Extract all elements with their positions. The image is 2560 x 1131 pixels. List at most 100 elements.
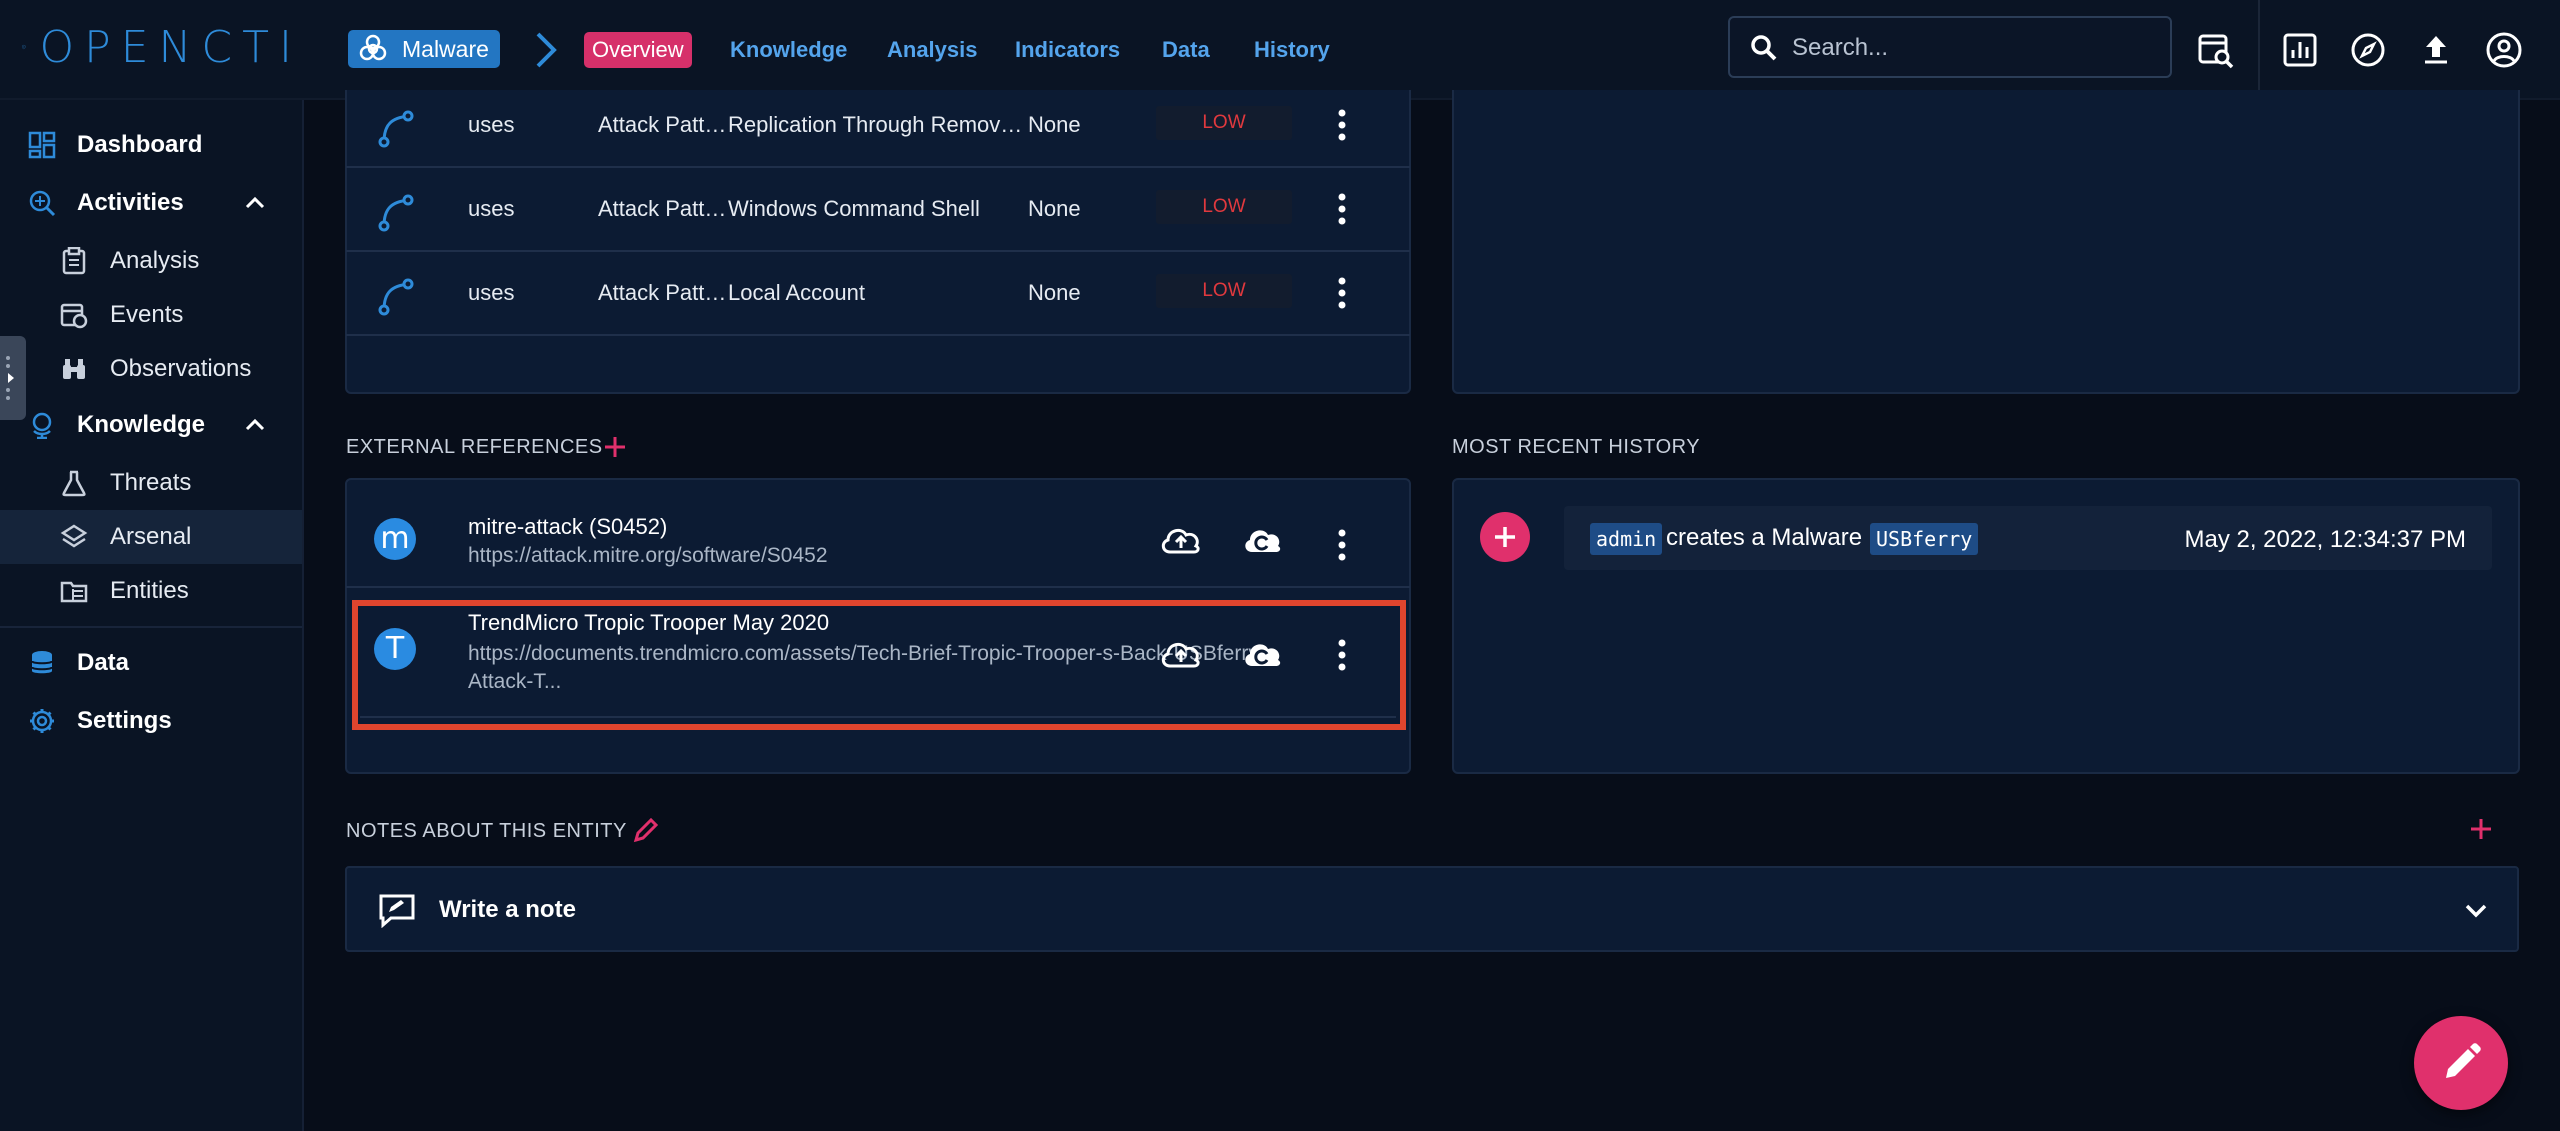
chevron-up-icon[interactable] — [242, 412, 268, 438]
globe-icon — [32, 412, 52, 439]
entity-name: Windows Command Shell — [728, 196, 980, 221]
history-entry: admin creates a Malware USBferry May 2, … — [1564, 506, 2492, 570]
tab-indicators[interactable]: Indicators — [1015, 32, 1120, 68]
confidence-badge: LOW — [1156, 106, 1292, 140]
relation-row[interactable]: uses Attack Pattern Local Account None L… — [346, 252, 1410, 336]
highlight-box — [352, 600, 1406, 730]
more-vert-icon[interactable] — [1332, 108, 1352, 142]
sidebar-item-label: Settings — [77, 707, 172, 734]
chevron-up-icon[interactable] — [242, 190, 268, 216]
dashboard-icon — [28, 131, 56, 159]
reference-title: mitre-attack (S0452) — [468, 514, 668, 539]
sidebar: Dashboard Activities Analysis Events Obs… — [0, 100, 304, 1131]
sidebar-item-label: Knowledge — [77, 411, 206, 438]
external-references-title: EXTERNAL REFERENCES — [346, 436, 603, 458]
sidebar-item-label: Data — [77, 649, 130, 676]
cloud-sync-icon[interactable] — [1240, 522, 1286, 558]
attack-pattern-icon — [378, 110, 414, 148]
sidebar-item-dashboard[interactable]: Dashboard — [0, 118, 302, 172]
folder-table-icon — [60, 581, 88, 603]
more-vert-icon[interactable] — [1332, 528, 1352, 562]
activities-icon — [29, 190, 56, 217]
sidebar-divider — [0, 626, 302, 628]
sidebar-item-label: Observations — [110, 355, 252, 382]
drawer-toggle-handle[interactable] — [0, 336, 26, 420]
note-edit-icon — [379, 894, 415, 928]
entity-type: Attack Pattern — [598, 112, 728, 137]
relation-type: uses — [468, 112, 515, 137]
more-vert-icon[interactable] — [1332, 192, 1352, 226]
relation-row[interactable]: uses Attack Pattern Windows Command Shel… — [346, 168, 1410, 252]
sidebar-item-data[interactable]: Data — [0, 636, 302, 690]
account-circle-icon[interactable] — [2484, 30, 2524, 70]
more-vert-icon[interactable] — [1332, 276, 1352, 310]
tab-overview[interactable]: Overview — [584, 32, 692, 68]
layers-icon — [60, 524, 88, 548]
pencil-icon — [2446, 1043, 2481, 1078]
relation-value: None — [1028, 196, 1081, 221]
confidence-badge: LOW — [1156, 190, 1292, 224]
tab-knowledge[interactable]: Knowledge — [730, 32, 847, 68]
cloud-upload-icon[interactable] — [1158, 522, 1204, 558]
sidebar-item-label: Entities — [110, 577, 189, 604]
relation-type: uses — [468, 196, 515, 221]
entity-type-badge: Malware — [348, 30, 500, 68]
sidebar-item-threats[interactable]: Threats — [0, 456, 302, 510]
clipboard-icon — [62, 247, 86, 275]
logo[interactable]: OPENCTI — [22, 14, 302, 80]
relation-row[interactable]: uses Attack Pattern Replication Through … — [346, 84, 1410, 168]
sidebar-item-settings[interactable]: Settings — [0, 694, 302, 748]
confidence-badge: LOW — [1156, 274, 1292, 308]
upload-icon[interactable] — [2416, 30, 2456, 70]
attack-pattern-icon — [378, 278, 414, 316]
chevron-right-icon — [536, 32, 557, 68]
edit-pencil-icon[interactable] — [632, 816, 660, 844]
relation-value: None — [1028, 280, 1081, 305]
explore-compass-icon[interactable] — [2348, 30, 2388, 70]
search-input[interactable] — [1792, 30, 2152, 66]
add-reference-icon[interactable] — [602, 434, 628, 460]
flask-icon — [62, 470, 86, 497]
sidebar-item-label: Arsenal — [110, 523, 192, 550]
settings-icon — [30, 709, 54, 733]
logo-text: OPENCTI — [39, 21, 302, 73]
history-date: May 2, 2022, 12:34:37 PM — [2184, 526, 2466, 553]
tab-analysis[interactable]: Analysis — [887, 32, 978, 68]
notes-title: NOTES ABOUT THIS ENTITY — [346, 820, 627, 842]
sidebar-item-events[interactable]: Events — [0, 288, 302, 342]
entity-type-label: Malware — [402, 35, 489, 62]
dashboard-chart-icon[interactable] — [2280, 30, 2320, 70]
add-note-icon[interactable] — [2468, 816, 2494, 842]
sidebar-item-label: Dashboard — [77, 131, 203, 158]
sidebar-item-entities[interactable]: Entities — [0, 564, 302, 618]
sidebar-item-analysis[interactable]: Analysis — [0, 234, 302, 288]
entity-name: Local Account — [728, 280, 865, 305]
sidebar-item-observations[interactable]: Observations — [0, 342, 302, 396]
sidebar-item-knowledge[interactable]: Knowledge — [0, 398, 302, 452]
toolbar-divider — [2258, 0, 2260, 100]
events-icon — [60, 303, 88, 329]
history-title: MOST RECENT HISTORY — [1452, 436, 1701, 458]
write-note-panel[interactable]: Write a note — [345, 866, 2519, 952]
database-icon — [31, 651, 53, 674]
entity-name: Replication Through Removable Media — [728, 112, 1028, 137]
chevron-down-icon[interactable] — [2461, 896, 2491, 926]
history-add-button[interactable] — [1480, 512, 1530, 562]
sidebar-item-label: Activities — [77, 189, 184, 216]
drag-handle-icon — [6, 356, 14, 400]
external-reference-item[interactable]: m mitre-attack (S0452) https://attack.mi… — [346, 488, 1410, 588]
sidebar-item-arsenal[interactable]: Arsenal — [0, 510, 302, 564]
sidebar-item-label: Analysis — [110, 247, 200, 274]
history-user-tag[interactable]: admin — [1590, 523, 1663, 555]
relation-type: uses — [468, 280, 515, 305]
tab-history[interactable]: History — [1254, 32, 1330, 68]
history-entity-tag[interactable]: USBferry — [1870, 523, 1979, 555]
edit-entity-button[interactable] — [2414, 1016, 2508, 1110]
search-icon — [1751, 35, 1777, 61]
relation-value: None — [1028, 112, 1081, 137]
sidebar-item-activities[interactable]: Activities — [0, 176, 302, 230]
search-box[interactable] — [1728, 16, 2172, 78]
investigation-search-icon[interactable] — [2196, 30, 2236, 70]
tab-data[interactable]: Data — [1162, 32, 1210, 68]
plus-icon — [1495, 527, 1515, 547]
